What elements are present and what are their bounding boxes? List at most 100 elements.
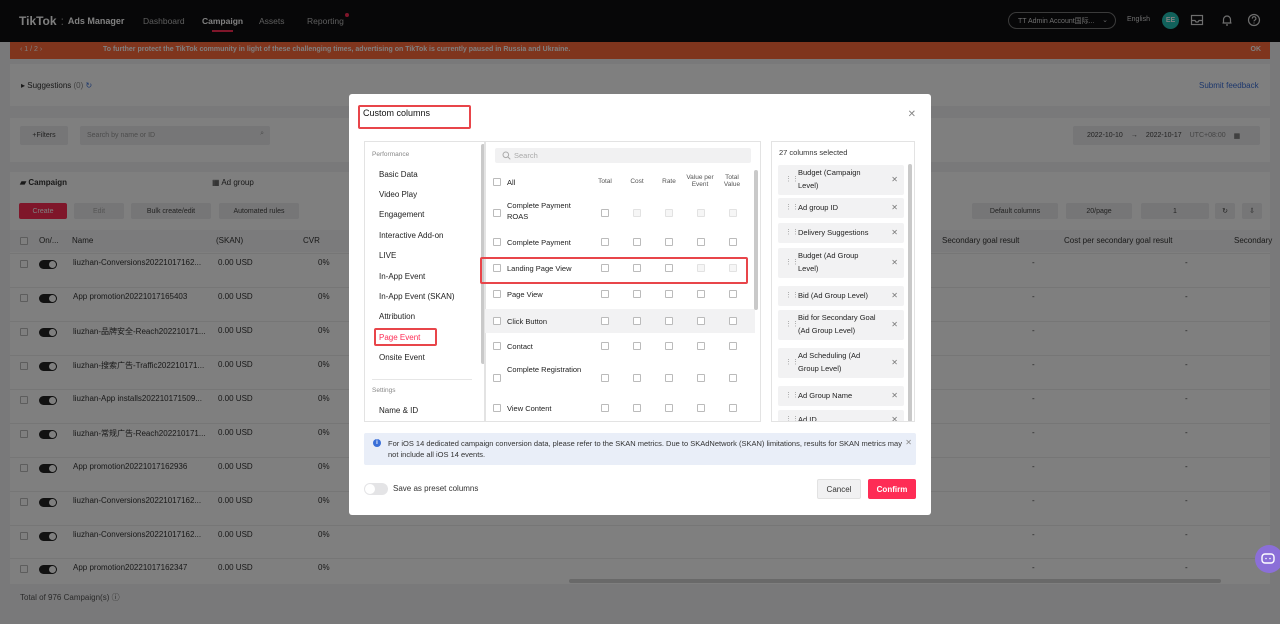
metric-option-checkbox[interactable] <box>601 290 609 298</box>
metric-option-checkbox[interactable] <box>601 342 609 350</box>
selected-column-label: Budget (Campaign Level) <box>798 168 861 190</box>
remove-icon[interactable]: ✕ <box>891 320 898 329</box>
metric-option-checkbox[interactable] <box>729 317 737 325</box>
selected-column-item[interactable]: ⋮⋮ Ad ID ✕ <box>778 410 904 422</box>
category-video-play[interactable]: Video Play <box>379 190 417 199</box>
metric-option-checkbox[interactable] <box>633 374 641 382</box>
drag-handle-icon[interactable]: ⋮⋮ <box>785 175 799 183</box>
columns-scrollbar[interactable] <box>754 170 758 310</box>
metric-option-checkbox[interactable] <box>633 290 641 298</box>
metric-option-checkbox[interactable] <box>697 374 705 382</box>
drag-handle-icon[interactable]: ⋮⋮ <box>785 258 799 266</box>
selected-column-item[interactable]: ⋮⋮ Bid (Ad Group Level) ✕ <box>778 286 904 306</box>
metric-row-checkbox[interactable] <box>493 290 501 298</box>
landing-page-view-highlight-box <box>480 257 748 284</box>
metric-option-checkbox[interactable] <box>633 238 641 246</box>
metric-row-checkbox[interactable] <box>493 374 501 382</box>
metric-option-checkbox[interactable] <box>601 404 609 412</box>
drag-handle-icon[interactable]: ⋮⋮ <box>785 415 799 421</box>
metric-option-checkbox[interactable] <box>729 290 737 298</box>
metric-option-checkbox[interactable] <box>697 290 705 298</box>
selected-column-item[interactable]: ⋮⋮ Ad Group Name ✕ <box>778 386 904 406</box>
category-engagement[interactable]: Engagement <box>379 210 424 219</box>
drag-handle-icon[interactable]: ⋮⋮ <box>785 320 799 328</box>
metric-option-checkbox[interactable] <box>697 317 705 325</box>
metric-row: Page View <box>485 284 755 304</box>
selected-column-label: Ad ID <box>798 415 817 422</box>
category-in-app-event[interactable]: In-App Event <box>379 272 425 281</box>
metric-row-checkbox[interactable] <box>493 317 501 325</box>
column-categories-panel: Performance Basic Data Video Play Engageme… <box>364 141 486 422</box>
metric-option-checkbox[interactable] <box>729 404 737 412</box>
remove-icon[interactable]: ✕ <box>891 258 898 267</box>
metric-option-checkbox[interactable] <box>729 374 737 382</box>
metric-option-checkbox[interactable] <box>633 404 641 412</box>
metric-option-checkbox[interactable] <box>697 404 705 412</box>
metric-row: Complete Payment ROAS <box>485 198 755 228</box>
selected-column-item[interactable]: ⋮⋮ Budget (Ad Group Level) ✕ <box>778 248 904 278</box>
category-interactive-add-on[interactable]: Interactive Add-on <box>379 231 443 240</box>
close-icon[interactable]: ✕ <box>905 438 912 447</box>
drag-handle-icon[interactable]: ⋮⋮ <box>785 291 799 299</box>
metric-label: Contact <box>507 342 533 351</box>
metric-option-checkbox[interactable] <box>729 342 737 350</box>
selected-column-item[interactable]: ⋮⋮ Budget (Campaign Level) ✕ <box>778 165 904 195</box>
metric-option-checkbox[interactable] <box>665 317 673 325</box>
cancel-button[interactable]: Cancel <box>817 479 861 499</box>
metric-row-checkbox[interactable] <box>493 209 501 217</box>
selected-column-label: Ad Group Name <box>798 391 853 400</box>
metric-option-checkbox[interactable] <box>633 342 641 350</box>
category-onsite-event[interactable]: Onsite Event <box>379 353 425 362</box>
remove-icon[interactable]: ✕ <box>891 175 898 184</box>
metric-option-checkbox[interactable] <box>665 404 673 412</box>
metric-option-checkbox[interactable] <box>665 374 673 382</box>
metric-option-checkbox[interactable] <box>601 317 609 325</box>
drag-handle-icon[interactable]: ⋮⋮ <box>785 358 799 366</box>
remove-icon[interactable]: ✕ <box>891 358 898 367</box>
column-search-input[interactable]: Search <box>495 148 751 163</box>
category-name-id[interactable]: Name & ID <box>379 406 418 415</box>
remove-icon[interactable]: ✕ <box>891 415 898 421</box>
metric-option-checkbox[interactable] <box>697 238 705 246</box>
confirm-button[interactable]: Confirm <box>868 479 916 499</box>
category-in-app-event-skan[interactable]: In-App Event (SKAN) <box>379 292 455 301</box>
metric-option-checkbox[interactable] <box>601 238 609 246</box>
close-icon[interactable]: ✕ <box>908 109 916 120</box>
metric-option-checkbox[interactable] <box>665 342 673 350</box>
save-preset-toggle[interactable] <box>364 483 388 495</box>
selected-column-item[interactable]: ⋮⋮ Ad Scheduling (Ad Group Level) ✕ <box>778 348 904 378</box>
notice-text: For iOS 14 dedicated campaign conversion… <box>388 439 902 459</box>
metric-option-checkbox[interactable] <box>729 238 737 246</box>
remove-icon[interactable]: ✕ <box>891 391 898 400</box>
remove-icon[interactable]: ✕ <box>891 291 898 300</box>
selected-column-label: Bid (Ad Group Level) <box>798 291 869 300</box>
metric-option-checkbox[interactable] <box>665 238 673 246</box>
column-search-placeholder: Search <box>514 151 538 160</box>
metric-option-checkbox[interactable] <box>601 209 609 217</box>
metric-row-checkbox[interactable] <box>493 238 501 246</box>
drag-handle-icon[interactable]: ⋮⋮ <box>785 391 799 399</box>
search-icon <box>502 151 511 160</box>
category-live[interactable]: LIVE <box>379 251 396 260</box>
category-divider <box>372 379 472 380</box>
metric-row: Contact <box>485 336 755 356</box>
chat-support-button[interactable] <box>1255 545 1280 573</box>
col-header-total-value: Total Value <box>723 174 741 188</box>
remove-icon[interactable]: ✕ <box>891 228 898 237</box>
category-attribution[interactable]: Attribution <box>379 312 415 321</box>
selected-column-item[interactable]: ⋮⋮ Ad group ID ✕ <box>778 198 904 218</box>
drag-handle-icon[interactable]: ⋮⋮ <box>785 203 799 211</box>
selected-column-item[interactable]: ⋮⋮ Delivery Suggestions ✕ <box>778 223 904 243</box>
metric-row-checkbox[interactable] <box>493 404 501 412</box>
select-all-columns-checkbox[interactable] <box>493 178 501 186</box>
metric-option-checkbox[interactable] <box>665 290 673 298</box>
selected-column-item[interactable]: ⋮⋮ Bid for Secondary Goal (Ad Group Level… <box>778 310 904 340</box>
remove-icon[interactable]: ✕ <box>891 203 898 212</box>
selected-scrollbar[interactable] <box>908 164 912 421</box>
category-basic-data[interactable]: Basic Data <box>379 170 418 179</box>
metric-option-checkbox[interactable] <box>601 374 609 382</box>
metric-option-checkbox[interactable] <box>633 317 641 325</box>
metric-option-checkbox[interactable] <box>697 342 705 350</box>
metric-row-checkbox[interactable] <box>493 342 501 350</box>
drag-handle-icon[interactable]: ⋮⋮ <box>785 228 799 236</box>
